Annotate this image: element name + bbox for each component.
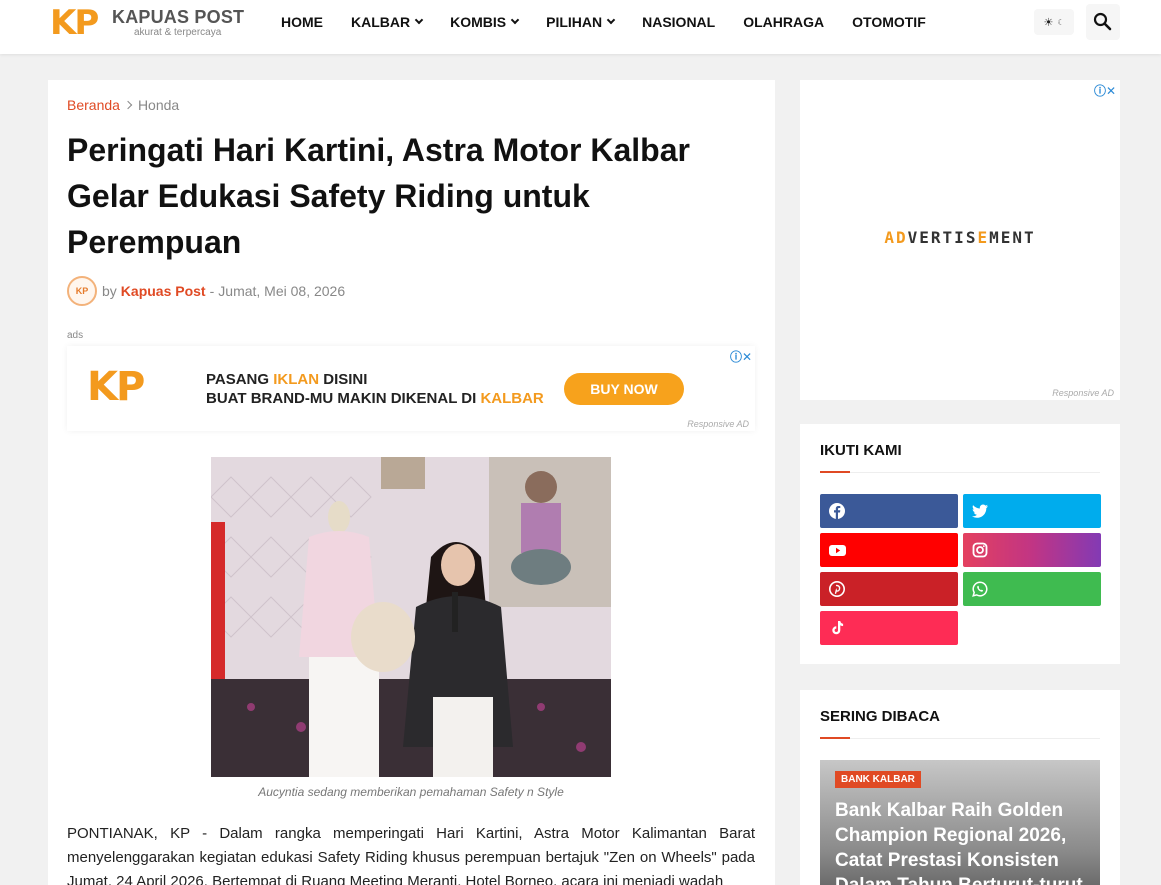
instagram-button[interactable] <box>963 533 1101 567</box>
widget-divider <box>820 471 1100 473</box>
ad-info-close-icon[interactable]: ⓘ✕ <box>730 348 752 365</box>
twitter-button[interactable] <box>963 494 1101 528</box>
photo-caption: Aucyntia sedang memberikan pemahaman Saf… <box>258 785 564 799</box>
breadcrumb-category-link[interactable]: Honda <box>138 97 179 113</box>
follow-widget-title: IKUTI KAMI <box>820 442 902 459</box>
nav-home-label: HOME <box>281 14 323 30</box>
widget-divider <box>820 737 1100 739</box>
banner-line1-a: PASANG <box>206 371 274 388</box>
chevron-down-icon <box>414 15 424 25</box>
youtube-icon <box>829 545 846 556</box>
facebook-icon <box>829 503 845 519</box>
nav-kalbar[interactable]: KALBAR <box>351 14 424 30</box>
banner-logo: KP <box>87 364 145 410</box>
chevron-down-icon <box>606 15 616 25</box>
popular-post-badge[interactable]: BANK KALBAR <box>835 771 921 788</box>
author-link[interactable]: Kapuas Post <box>121 283 206 299</box>
whatsapp-icon <box>972 581 988 597</box>
nav-olahraga-label: OLAHRAGA <box>743 14 825 30</box>
youtube-button[interactable] <box>820 533 958 567</box>
nav-home[interactable]: HOME <box>281 14 323 30</box>
nav-nasional-label: NASIONAL <box>642 14 716 30</box>
main-nav: HOME KALBAR KOMBIS PILIHAN NASIONAL OLAH… <box>281 0 954 44</box>
theme-toggle[interactable]: ☀ ☾ <box>1034 9 1074 35</box>
post-date: Jumat, Mei 08, 2026 <box>218 283 346 299</box>
breadcrumb: Beranda Honda <box>67 97 179 113</box>
instagram-icon <box>972 542 988 558</box>
nav-otomotif-label: OTOMOTIF <box>852 14 926 30</box>
nav-pilihan-label: PILIHAN <box>546 14 603 30</box>
avatar-logo: KP <box>75 286 89 296</box>
chevron-down-icon <box>510 15 520 25</box>
tiktok-button[interactable] <box>820 611 958 645</box>
byline-by: by <box>102 283 117 299</box>
pinterest-icon <box>829 581 845 597</box>
logo-name: KAPUAS POST <box>112 7 245 27</box>
chevron-right-icon <box>123 100 133 110</box>
article-photo <box>211 457 611 777</box>
ad-responsive-label: Responsive AD <box>1052 388 1114 398</box>
post-title: Peringati Hari Kartini, Astra Motor Kalb… <box>67 132 690 260</box>
follow-widget: IKUTI KAMI <box>800 424 1120 664</box>
nav-nasional[interactable]: NASIONAL <box>642 14 715 30</box>
author-avatar[interactable]: KP <box>67 276 97 306</box>
pinterest-button[interactable] <box>820 572 958 606</box>
search-icon <box>1093 12 1112 31</box>
ad-info-close-icon[interactable]: ⓘ✕ <box>1094 82 1116 99</box>
nav-olahraga[interactable]: OLAHRAGA <box>743 14 824 30</box>
breadcrumb-home-link[interactable]: Beranda <box>67 97 120 113</box>
post-byline: KP by Kapuas Post - Jumat, Mei 08, 2026 <box>67 275 345 307</box>
site-header: KP KAPUAS POST akurat & terpercaya HOME … <box>0 0 1161 54</box>
banner-line2-a: BUAT BRAND-MU MAKIN DIKENAL DI <box>206 390 481 407</box>
search-button[interactable] <box>1086 4 1120 40</box>
twitter-icon <box>972 504 988 518</box>
post-container: Beranda Honda Peringati Hari Kartini, As… <box>48 80 775 885</box>
sidebar-ad[interactable]: ⓘ✕ ADVERTISEMENT Responsive AD <box>800 80 1120 400</box>
buy-now-button[interactable]: BUY NOW <box>564 373 684 405</box>
banner-ad[interactable]: KP PASANG IKLAN DISINI BUAT BRAND-MU MAK… <box>67 346 755 431</box>
popular-widget-title: SERING DIBACA <box>820 708 941 725</box>
whatsapp-button[interactable] <box>963 572 1101 606</box>
site-logo[interactable]: KP KAPUAS POST akurat & terpercaya <box>50 6 250 46</box>
ads-label: ads <box>67 330 84 341</box>
popular-post-card[interactable]: BANK KALBAR Bank Kalbar Raih Golden Cham… <box>820 760 1100 885</box>
byline-separator: - <box>209 283 215 299</box>
nav-kombis[interactable]: KOMBIS <box>450 14 520 30</box>
moon-icon: ☾ <box>1057 17 1065 27</box>
banner-line1-b: DISINI <box>319 371 368 388</box>
tiktok-icon <box>832 621 844 635</box>
popular-post-title[interactable]: Bank Kalbar Raih Golden Champion Regiona… <box>835 798 1095 885</box>
sun-icon: ☀ <box>1043 16 1054 29</box>
nav-kalbar-label: KALBAR <box>351 14 411 30</box>
nav-otomotif[interactable]: OTOMOTIF <box>852 14 926 30</box>
banner-text: PASANG IKLAN DISINI BUAT BRAND-MU MAKIN … <box>206 370 544 408</box>
article-photo-image <box>211 457 611 777</box>
facebook-button[interactable] <box>820 494 958 528</box>
logo-mark: KP <box>50 3 99 43</box>
advertisement-word: ADVERTISEMENT <box>884 228 1036 247</box>
banner-line2-highlight: KALBAR <box>480 390 544 407</box>
advertisement-label: ADVERTISEMENT <box>800 228 1120 247</box>
nav-kombis-label: KOMBIS <box>450 14 507 30</box>
logo-tagline: akurat & terpercaya <box>134 27 222 38</box>
popular-widget: SERING DIBACA BANK KALBAR Bank Kalbar Ra… <box>800 690 1120 885</box>
ad-responsive-label: Responsive AD <box>687 419 749 429</box>
banner-line1-highlight: IKLAN <box>273 371 320 388</box>
nav-pilihan[interactable]: PILIHAN <box>546 14 616 30</box>
article-body: PONTIANAK, KP - Dalam rangka memperingat… <box>67 825 755 885</box>
